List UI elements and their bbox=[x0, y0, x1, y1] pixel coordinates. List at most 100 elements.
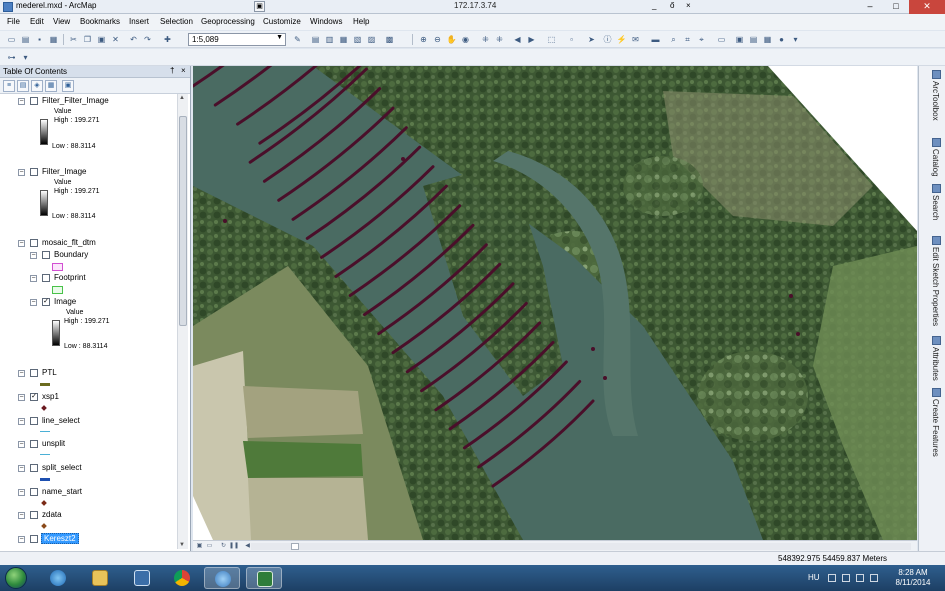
minimize-icon[interactable]: – bbox=[857, 0, 883, 14]
sublayer-visibility-checkbox[interactable] bbox=[42, 274, 50, 282]
layer-filter-filter-image[interactable]: − Filter_Filter_Image bbox=[0, 96, 176, 106]
layer-visibility-checkbox[interactable] bbox=[30, 369, 38, 377]
layer-name[interactable]: xsp1 bbox=[42, 392, 59, 401]
layer-name[interactable]: unsplit bbox=[42, 439, 65, 448]
layer-visibility-checkbox[interactable] bbox=[30, 97, 38, 105]
toc-options-icon[interactable]: ▣ bbox=[62, 80, 74, 92]
toolbar-options-icon[interactable]: ▾ bbox=[790, 34, 801, 45]
clear-selection-icon[interactable]: ▫ bbox=[566, 34, 577, 45]
sublayer-name[interactable]: Image bbox=[54, 297, 76, 306]
remote-minimize-button[interactable]: _ bbox=[652, 1, 656, 10]
fixed-zoom-in-icon[interactable]: ⁜ bbox=[480, 34, 491, 45]
sublayer-visibility-checkbox[interactable] bbox=[42, 251, 50, 259]
taskbar-internet-explorer[interactable] bbox=[40, 567, 76, 589]
sublayer-name[interactable]: Footprint bbox=[54, 273, 86, 282]
go-forward-icon[interactable]: ▶ bbox=[526, 34, 537, 45]
layer-ptl[interactable]: − PTL bbox=[0, 368, 176, 378]
data-view-icon[interactable]: ▦ bbox=[762, 34, 773, 45]
layout-view-button[interactable]: ▭ bbox=[205, 542, 214, 550]
toc-close-button[interactable]: × bbox=[181, 66, 186, 75]
cut-icon[interactable]: ✂ bbox=[68, 34, 79, 45]
layer-visibility-checkbox[interactable] bbox=[30, 417, 38, 425]
layer-name[interactable]: name_start bbox=[42, 487, 82, 496]
pan-icon[interactable]: ✋ bbox=[446, 34, 457, 45]
zoom-out-icon[interactable]: ⊖ bbox=[432, 34, 443, 45]
layer-xsp1[interactable]: − ✓ xsp1 bbox=[0, 392, 176, 402]
map-scale-combobox[interactable]: 1:5,089 ▼ bbox=[188, 33, 286, 46]
profile-point[interactable] bbox=[401, 157, 405, 161]
menu-file[interactable]: File bbox=[7, 17, 20, 26]
go-back-icon[interactable]: ◀ bbox=[512, 34, 523, 45]
measure-icon[interactable]: ▬ bbox=[650, 34, 661, 45]
map-horizontal-scrollbar[interactable] bbox=[251, 543, 911, 550]
dock-tab-catalog[interactable]: Catalog bbox=[931, 149, 940, 177]
redo-icon[interactable]: ↷ bbox=[142, 34, 153, 45]
open-folder-icon[interactable]: ▤ bbox=[20, 34, 31, 45]
scrollbar-thumb[interactable] bbox=[179, 116, 187, 326]
network-icon[interactable] bbox=[856, 574, 864, 582]
layer-name[interactable]: PTL bbox=[42, 368, 57, 377]
collapse-icon[interactable]: − bbox=[18, 418, 25, 425]
scroll-up-icon[interactable]: ▲ bbox=[179, 95, 185, 101]
list-by-drawing-order-icon[interactable]: ≡ bbox=[3, 80, 15, 92]
flag-icon[interactable] bbox=[842, 574, 850, 582]
copy-icon[interactable]: ❐ bbox=[82, 34, 93, 45]
menu-windows[interactable]: Windows bbox=[310, 17, 342, 26]
layer-split-select[interactable]: − split_select bbox=[0, 463, 176, 473]
arcgis-online-icon[interactable]: ● bbox=[776, 34, 787, 45]
sublayer-visibility-checkbox[interactable]: ✓ bbox=[42, 298, 50, 306]
chevron-down-icon[interactable]: ▼ bbox=[276, 34, 283, 41]
taskbar-remote-desktop[interactable] bbox=[246, 567, 282, 589]
menu-customize[interactable]: Customize bbox=[263, 17, 301, 26]
toolbar-options-icon[interactable]: ▾ bbox=[20, 52, 31, 63]
remote-restore-button[interactable]: ő bbox=[670, 1, 674, 10]
collapse-icon[interactable]: − bbox=[18, 394, 25, 401]
profile-point[interactable] bbox=[591, 347, 595, 351]
volume-icon[interactable] bbox=[870, 574, 878, 582]
menu-selection[interactable]: Selection bbox=[160, 17, 193, 26]
menu-insert[interactable]: Insert bbox=[129, 17, 149, 26]
select-features-icon[interactable]: ⬚ bbox=[546, 34, 557, 45]
scrollbar-thumb[interactable] bbox=[291, 543, 299, 550]
profile-point[interactable] bbox=[789, 294, 793, 298]
collapse-icon[interactable]: − bbox=[30, 252, 37, 259]
collapse-icon[interactable]: − bbox=[18, 441, 25, 448]
layer-zdata[interactable]: − zdata bbox=[0, 510, 176, 520]
table-of-contents-icon[interactable]: ▤ bbox=[310, 34, 321, 45]
save-icon[interactable]: ▪ bbox=[34, 34, 45, 45]
add-data-icon[interactable]: ✚ bbox=[162, 34, 173, 45]
full-extent-icon[interactable]: ◉ bbox=[460, 34, 471, 45]
collapse-icon[interactable]: − bbox=[18, 370, 25, 377]
delete-icon[interactable]: ✕ bbox=[110, 34, 121, 45]
find-route-icon[interactable]: ⌗ bbox=[682, 34, 693, 45]
toc-vertical-scrollbar[interactable]: ▲ ▼ bbox=[177, 94, 188, 549]
layer-name[interactable]: zdata bbox=[42, 510, 62, 519]
menu-geoprocessing[interactable]: Geoprocessing bbox=[201, 17, 255, 26]
taskbar-chrome[interactable] bbox=[164, 567, 200, 589]
data-view-button[interactable]: ▣ bbox=[195, 542, 204, 550]
collapse-icon[interactable]: − bbox=[18, 489, 25, 496]
catalog-window-icon[interactable]: ▥ bbox=[324, 34, 335, 45]
sublayer-image[interactable]: − ✓ Image bbox=[0, 297, 176, 307]
layer-visibility-checkbox[interactable] bbox=[30, 535, 38, 543]
create-viewer-icon[interactable]: ▣ bbox=[734, 34, 745, 45]
editor-toolbar-icon[interactable]: ✎ bbox=[292, 34, 303, 45]
collapse-icon[interactable]: − bbox=[18, 240, 25, 247]
menu-edit[interactable]: Edit bbox=[30, 17, 44, 26]
collapse-icon[interactable]: − bbox=[18, 465, 25, 472]
layer-visibility-checkbox[interactable] bbox=[30, 511, 38, 519]
layer-name[interactable]: Filter_Image bbox=[42, 167, 86, 176]
pause-drawing-icon[interactable]: ❚❚ bbox=[229, 542, 239, 550]
paste-icon[interactable]: ▣ bbox=[96, 34, 107, 45]
collapse-icon[interactable]: − bbox=[18, 536, 25, 543]
dock-tab-create-features[interactable]: Create Features bbox=[931, 399, 940, 457]
search-window-icon[interactable]: ▦ bbox=[338, 34, 349, 45]
print-icon[interactable]: ▦ bbox=[48, 34, 59, 45]
dock-tab-arctoolbox[interactable]: ArcToolbox bbox=[931, 81, 940, 121]
system-clock[interactable]: 8:28 AM 8/11/2014 bbox=[892, 568, 934, 588]
profile-point[interactable] bbox=[223, 219, 227, 223]
dock-tab-search[interactable]: Search bbox=[931, 195, 940, 220]
show-hidden-icons-icon[interactable] bbox=[828, 574, 836, 582]
map-view[interactable] bbox=[193, 66, 917, 540]
layer-line-select[interactable]: − line_select bbox=[0, 416, 176, 426]
